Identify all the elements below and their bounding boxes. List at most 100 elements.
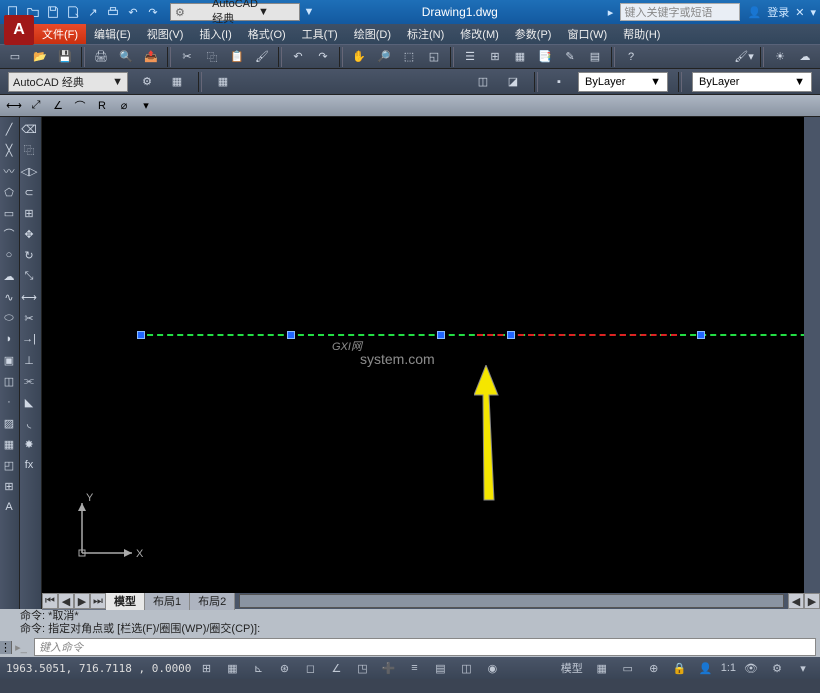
tab-next-icon[interactable]: ▶: [74, 593, 90, 609]
dyn-icon[interactable]: ➕: [377, 659, 399, 677]
qv-icon[interactable]: ▭: [617, 659, 639, 677]
rect-icon[interactable]: ▭: [0, 203, 18, 223]
grip-endpoint[interactable]: [137, 331, 145, 339]
menu-modify[interactable]: 修改(M): [452, 24, 507, 44]
scrollbar-horizontal[interactable]: ⏮ ◀ ▶ ⏭ 模型 布局1 布局2 ◀ ▶: [42, 593, 820, 609]
grip-mid[interactable]: [697, 331, 705, 339]
arc-icon[interactable]: ⌒: [0, 224, 18, 244]
offset-icon[interactable]: ⊂: [20, 182, 38, 202]
properties-icon[interactable]: ☰: [459, 47, 481, 67]
ellipsearc-icon[interactable]: ◗: [0, 329, 18, 349]
dim-angular-icon[interactable]: ∠: [48, 97, 68, 115]
menu-tools[interactable]: 工具(T): [294, 24, 346, 44]
workspace-dropdown[interactable]: ⚙ AutoCAD 经典 ▼: [170, 3, 300, 21]
join-icon[interactable]: ⫘: [20, 371, 38, 391]
zoomwin-icon[interactable]: ⬚: [398, 47, 420, 67]
scrollbar-vertical[interactable]: [804, 117, 820, 593]
tab-first-icon[interactable]: ⏮: [42, 593, 58, 609]
person-icon[interactable]: 👤: [695, 659, 717, 677]
drawing-canvas[interactable]: GXI网 system.com X Y: [42, 117, 804, 593]
menu-view[interactable]: 视图(V): [139, 24, 192, 44]
chamfer-icon[interactable]: ◣: [20, 392, 38, 412]
block-icon[interactable]: ◫: [0, 371, 18, 391]
polar-icon[interactable]: ⊛: [273, 659, 295, 677]
tab-prev-icon[interactable]: ◀: [58, 593, 74, 609]
ellipse-icon[interactable]: ⬭: [0, 308, 18, 328]
dim-arc-icon[interactable]: ⌒: [70, 97, 90, 115]
layeriso-icon[interactable]: ◫: [472, 72, 494, 92]
grip-mid[interactable]: [437, 331, 445, 339]
workspace-combo[interactable]: AutoCAD 经典 ▼: [8, 72, 128, 92]
markup-icon[interactable]: ✎: [559, 47, 581, 67]
zoomext-icon[interactable]: ◱: [423, 47, 445, 67]
revcloud-icon[interactable]: ☁: [0, 266, 18, 286]
login-button[interactable]: 登录: [767, 4, 789, 20]
model-button[interactable]: 模型: [557, 659, 587, 677]
nav-icon[interactable]: ⊕: [643, 659, 665, 677]
copy-icon[interactable]: ⿻: [201, 47, 223, 67]
mirror-icon[interactable]: ◁▷: [20, 161, 38, 181]
print-icon[interactable]: [104, 3, 122, 21]
menu-draw[interactable]: 绘图(D): [346, 24, 399, 44]
ducs-icon[interactable]: ◳: [351, 659, 373, 677]
pan-icon[interactable]: ✋: [348, 47, 370, 67]
brush-icon[interactable]: 🖌▾: [733, 47, 755, 67]
help-dropdown[interactable]: ▾: [810, 6, 816, 19]
open-icon[interactable]: 📂: [29, 47, 51, 67]
layer-icon[interactable]: ▦: [212, 72, 234, 92]
cut-icon[interactable]: ✂: [176, 47, 198, 67]
redo-icon[interactable]: ↷: [312, 47, 334, 67]
help-icon[interactable]: ?: [620, 47, 642, 67]
scroll-right-icon[interactable]: ▶: [804, 593, 820, 609]
array-icon[interactable]: ⊞: [20, 203, 38, 223]
layout-grid-icon[interactable]: ▦: [591, 659, 613, 677]
gradient-icon[interactable]: ▦: [0, 434, 18, 454]
ws-gear-icon[interactable]: ⚙: [136, 72, 158, 92]
break-icon[interactable]: ⊥: [20, 350, 38, 370]
point-icon[interactable]: ·: [0, 392, 18, 412]
copy-icon[interactable]: ⿻: [20, 140, 38, 160]
qp-icon[interactable]: ◫: [455, 659, 477, 677]
explode-icon[interactable]: ✸: [20, 434, 38, 454]
tab-last-icon[interactable]: ⏭: [90, 593, 106, 609]
xline-icon[interactable]: ╳: [0, 140, 18, 160]
match-icon[interactable]: 🖌: [251, 47, 273, 67]
dim-aligned-icon[interactable]: ⤢: [26, 97, 46, 115]
snap-icon[interactable]: ⊞: [195, 659, 217, 677]
scroll-left-icon[interactable]: ◀: [788, 593, 804, 609]
scale-icon[interactable]: ⤡: [20, 266, 38, 286]
designcenter-icon[interactable]: ⊞: [484, 47, 506, 67]
export-icon[interactable]: ↗: [84, 3, 102, 21]
region-icon[interactable]: ◰: [0, 455, 18, 475]
annovisibility-icon[interactable]: 👁: [740, 659, 762, 677]
line-icon[interactable]: ╱: [0, 119, 18, 139]
dim-dia-icon[interactable]: ⌀: [114, 97, 134, 115]
ws-icon[interactable]: ▦: [166, 72, 188, 92]
mtext-icon[interactable]: A: [0, 497, 18, 517]
render2-icon[interactable]: ☁: [794, 47, 816, 67]
otrack-icon[interactable]: ∠: [325, 659, 347, 677]
redo-icon[interactable]: ↷: [144, 3, 162, 21]
gear-icon[interactable]: ⚙: [766, 659, 788, 677]
undo-icon[interactable]: ↶: [124, 3, 142, 21]
coordinates-display[interactable]: 1963.5051, 716.7118 , 0.0000: [6, 662, 191, 675]
insert-icon[interactable]: ▣: [0, 350, 18, 370]
fx-icon[interactable]: fx: [20, 455, 38, 475]
color-swatch[interactable]: ▪: [548, 72, 570, 92]
qat-dropdown[interactable]: ▼: [300, 3, 318, 21]
dim-radius-icon[interactable]: R: [92, 97, 112, 115]
rotate-icon[interactable]: ↻: [20, 245, 38, 265]
app-logo[interactable]: A: [4, 15, 34, 45]
search-input[interactable]: 键入关键字或短语: [620, 3, 740, 21]
dim-chevron-icon[interactable]: ▾: [136, 97, 156, 115]
menu-help[interactable]: 帮助(H): [615, 24, 668, 44]
grid-icon[interactable]: ▦: [221, 659, 243, 677]
table-icon[interactable]: ⊞: [0, 476, 18, 496]
save-icon[interactable]: 💾: [54, 47, 76, 67]
menu-dimension[interactable]: 标注(N): [399, 24, 452, 44]
menu-insert[interactable]: 插入(I): [191, 24, 239, 44]
saveas-icon[interactable]: [64, 3, 82, 21]
undo-icon[interactable]: ↶: [287, 47, 309, 67]
spline-icon[interactable]: ∿: [0, 287, 18, 307]
fillet-icon[interactable]: ◟: [20, 413, 38, 433]
